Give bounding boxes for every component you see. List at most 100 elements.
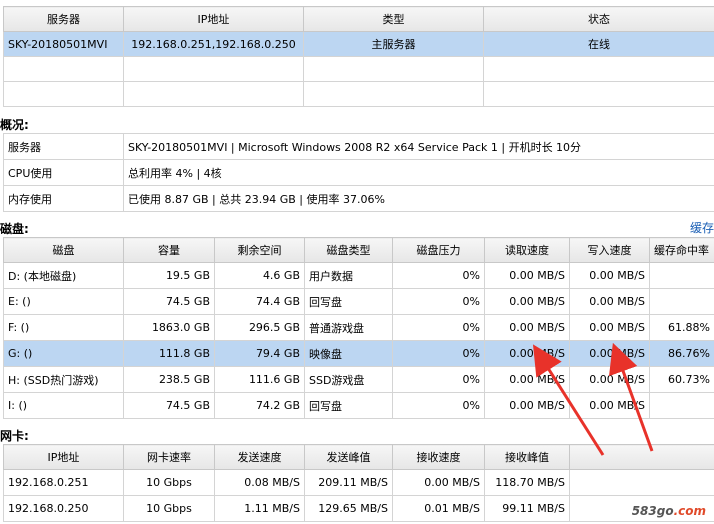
cell-recv-speed: 0.00 MB/S <box>392 469 485 496</box>
cell-capacity: 74.5 GB <box>123 288 215 315</box>
cell-disk-type: 用户数据 <box>304 262 393 289</box>
cell-disk: I: () <box>3 392 124 419</box>
cell-free: 296.5 GB <box>214 314 305 341</box>
table-row[interactable]: H: (SSD热门游戏) 238.5 GB 111.6 GB SSD游戏盘 0% 0.00… <box>3 366 714 393</box>
disk-table-header: 磁盘 容量 剩余空间 磁盘类型 磁盘压力 读取速度 写入速度 缓存命中率 <box>3 237 714 263</box>
cell-disk: F: () <box>3 314 124 341</box>
server-table: 服务器 IP地址 类型 状态 SKY-20180501MVI 192.168.0… <box>3 6 714 107</box>
cell-free: 4.6 GB <box>214 262 305 289</box>
cell-send-speed: 0.08 MB/S <box>214 469 305 496</box>
cell-capacity: 111.8 GB <box>123 340 215 367</box>
overview-label: 服务器 <box>3 133 124 160</box>
cell-read: 0.00 MB/S <box>484 314 570 341</box>
overview-row-cpu: CPU使用 总利用率 4% | 4核 <box>3 159 714 186</box>
overview-row-memory: 内存使用 已使用 8.87 GB | 总共 23.94 GB | 使用率 37.… <box>3 185 714 212</box>
cell-nic-rate: 10 Gbps <box>123 495 215 522</box>
col-empty <box>569 444 714 470</box>
cell-empty <box>569 469 714 496</box>
col-disk[interactable]: 磁盘 <box>3 237 124 263</box>
table-row[interactable]: E: () 74.5 GB 74.4 GB 回写盘 0% 0.00 MB/S 0.00 MB… <box>3 288 714 315</box>
col-status[interactable]: 状态 <box>483 6 714 32</box>
overview-row-server: 服务器 SKY-20180501MVI | Microsoft Windows … <box>3 133 714 160</box>
nic-table: IP地址 网卡速率 发送速度 发送峰值 接收速度 接收峰值 192.168.0.… <box>3 444 714 522</box>
cell-recv-peak: 99.11 MB/S <box>484 495 570 522</box>
cell-disk-type: 回写盘 <box>304 288 393 315</box>
col-pressure[interactable]: 磁盘压力 <box>392 237 485 263</box>
nic-table-header: IP地址 网卡速率 发送速度 发送峰值 接收速度 接收峰值 <box>3 444 714 470</box>
col-nic-rate[interactable]: 网卡速率 <box>123 444 215 470</box>
cell-pressure: 0% <box>392 366 485 393</box>
cell-read: 0.00 MB/S <box>484 366 570 393</box>
cell-disk-type: SSD游戏盘 <box>304 366 393 393</box>
table-row[interactable]: SKY-20180501MVI 192.168.0.251,192.168.0.… <box>3 31 714 57</box>
cell-disk: E: () <box>3 288 124 315</box>
col-recv-peak[interactable]: 接收峰值 <box>484 444 570 470</box>
cell-cache-hit <box>649 262 714 289</box>
cell-pressure: 0% <box>392 392 485 419</box>
col-type[interactable]: 类型 <box>303 6 484 32</box>
disk-table: 磁盘 容量 剩余空间 磁盘类型 磁盘压力 读取速度 写入速度 缓存命中率 D: … <box>3 237 714 419</box>
cell-read: 0.00 MB/S <box>484 340 570 367</box>
overview-value: 已使用 8.87 GB | 总共 23.94 GB | 使用率 37.06% <box>123 185 714 212</box>
cell-capacity: 1863.0 GB <box>123 314 215 341</box>
table-row-empty <box>3 56 714 82</box>
cell-cache-hit <box>649 392 714 419</box>
cell-disk-type: 普通游戏盘 <box>304 314 393 341</box>
overview-table: 服务器 SKY-20180501MVI | Microsoft Windows … <box>3 133 714 212</box>
cell-write: 0.00 MB/S <box>569 392 650 419</box>
cell-cache-hit <box>649 288 714 315</box>
cache-link[interactable]: 缓存 <box>690 219 714 236</box>
cell-disk-type: 映像盘 <box>304 340 393 367</box>
col-disk-type[interactable]: 磁盘类型 <box>304 237 393 263</box>
col-recv-speed[interactable]: 接收速度 <box>392 444 485 470</box>
cell-free: 74.4 GB <box>214 288 305 315</box>
col-write[interactable]: 写入速度 <box>569 237 650 263</box>
col-capacity[interactable]: 容量 <box>123 237 215 263</box>
col-read[interactable]: 读取速度 <box>484 237 570 263</box>
table-row[interactable]: I: () 74.5 GB 74.2 GB 回写盘 0% 0.00 MB/S 0.00 MB… <box>3 392 714 419</box>
cell-pressure: 0% <box>392 314 485 341</box>
table-row[interactable]: 192.168.0.250 10 Gbps 1.11 MB/S 129.65 MB/S… <box>3 495 714 522</box>
cell-pressure: 0% <box>392 340 485 367</box>
nics-title: 网卡: <box>0 429 29 443</box>
server-table-header: 服务器 IP地址 类型 状态 <box>3 6 714 32</box>
cell-server-type: 主服务器 <box>303 31 484 57</box>
col-server[interactable]: 服务器 <box>3 6 124 32</box>
overview-value: SKY-20180501MVI | Microsoft Windows 2008… <box>123 133 714 160</box>
cell-capacity: 19.5 GB <box>123 262 215 289</box>
cell-write: 0.00 MB/S <box>569 314 650 341</box>
cell-write: 0.00 MB/S <box>569 262 650 289</box>
cell-cache-hit: 86.76% <box>649 340 714 367</box>
col-free[interactable]: 剩余空间 <box>214 237 305 263</box>
cell-capacity: 74.5 GB <box>123 392 215 419</box>
cell-nic-ip: 192.168.0.251 <box>3 469 124 496</box>
cell-nic-ip: 192.168.0.250 <box>3 495 124 522</box>
col-nic-ip[interactable]: IP地址 <box>3 444 124 470</box>
col-ip[interactable]: IP地址 <box>123 6 304 32</box>
col-send-peak[interactable]: 发送峰值 <box>304 444 393 470</box>
cell-disk: H: (SSD热门游戏) <box>3 366 124 393</box>
cell-write: 0.00 MB/S <box>569 288 650 315</box>
cell-free: 74.2 GB <box>214 392 305 419</box>
table-row[interactable]: 192.168.0.251 10 Gbps 0.08 MB/S 209.11 MB/S… <box>3 469 714 496</box>
cell-server-name: SKY-20180501MVI <box>3 31 124 57</box>
cell-disk: G: () <box>3 340 124 367</box>
col-cache-hit[interactable]: 缓存命中率 <box>649 237 714 263</box>
cell-send-peak: 209.11 MB/S <box>304 469 393 496</box>
overview-title: 概况: <box>0 118 29 132</box>
col-send-speed[interactable]: 发送速度 <box>214 444 305 470</box>
table-row[interactable]: G: () 111.8 GB 79.4 GB 映像盘 0% 0.00 MB/S 0.00 M… <box>3 340 714 367</box>
table-row[interactable]: F: () 1863.0 GB 296.5 GB 普通游戏盘 0% 0.00 MB/S 0.… <box>3 314 714 341</box>
disks-title: 磁盘: <box>0 222 29 236</box>
cell-send-speed: 1.11 MB/S <box>214 495 305 522</box>
cell-free: 111.6 GB <box>214 366 305 393</box>
table-row[interactable]: D: (本地磁盘) 19.5 GB 4.6 GB 用户数据 0% 0.00 MB/S 0.0… <box>3 262 714 289</box>
cell-disk: D: (本地磁盘) <box>3 262 124 289</box>
overview-value: 总利用率 4% | 4核 <box>123 159 714 186</box>
cell-pressure: 0% <box>392 262 485 289</box>
cell-capacity: 238.5 GB <box>123 366 215 393</box>
cell-pressure: 0% <box>392 288 485 315</box>
cell-recv-speed: 0.01 MB/S <box>392 495 485 522</box>
cell-write: 0.00 MB/S <box>569 366 650 393</box>
cell-cache-hit: 61.88% <box>649 314 714 341</box>
